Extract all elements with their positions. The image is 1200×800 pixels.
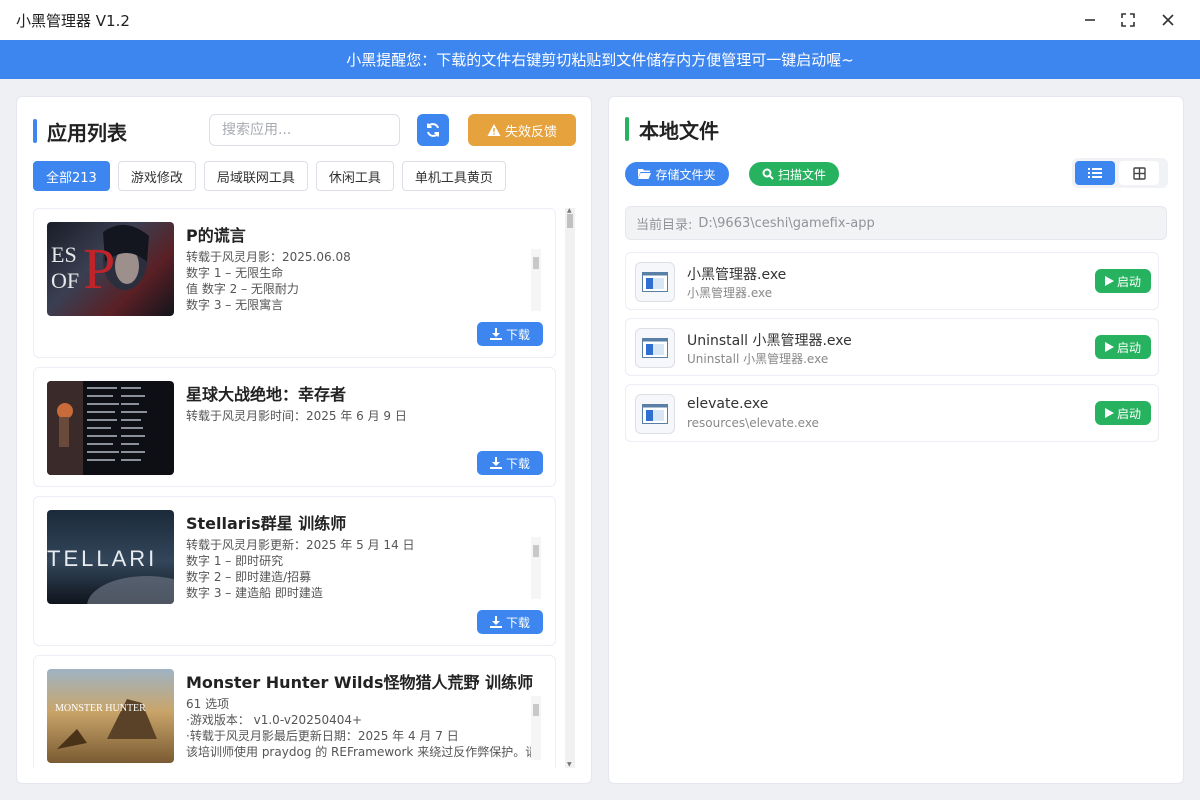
app-description: 转载于风灵月影时间：2025 年 6 月 9 日 — [186, 409, 407, 423]
category-tabs: 全部213 游戏修改 局域联网工具 休闲工具 单机工具黄页 — [33, 161, 506, 191]
play-icon — [1104, 342, 1114, 352]
scan-files-button[interactable]: 扫描文件 — [749, 162, 839, 186]
app-card: ES OF P P的谎言 转载于风灵月影：2025.06.08 数字 1 – 无… — [33, 208, 556, 358]
local-files-panel: 本地文件 存储文件夹 扫描文件 当前目录: D:\9663\ceshi\game… — [608, 96, 1184, 784]
feedback-button[interactable]: 失效反馈 — [468, 114, 576, 146]
svg-text:TELLARI: TELLARI — [47, 546, 157, 571]
app-description: 转载于风灵月影更新：2025 年 5 月 14 日 数字 1 – 即时研究 数字… — [186, 538, 415, 599]
feedback-label: 失效反馈 — [504, 124, 557, 140]
list-view-button[interactable] — [1075, 161, 1115, 185]
tab-standalone-directory[interactable]: 单机工具黄页 — [401, 161, 506, 191]
play-icon — [1104, 276, 1114, 286]
file-name: Uninstall 小黑管理器.exe — [687, 333, 852, 349]
close-button[interactable] — [1156, 8, 1180, 32]
refresh-icon — [427, 123, 439, 137]
launch-button[interactable]: 启动 — [1095, 401, 1151, 425]
file-path: 小黑管理器.exe — [687, 286, 773, 300]
thumbnail-art: TELLARI — [47, 546, 174, 604]
svg-text:MONSTER HUNTER: MONSTER HUNTER — [55, 703, 146, 714]
notice-banner: 小黑提醒您：下载的文件右键剪切粘贴到文件储存内方便管理可一键启动喔~ — [0, 40, 1200, 79]
app-thumbnail: ES OF P — [47, 222, 174, 316]
app-name: Stellaris群星 训练师 — [186, 514, 347, 533]
app-name: Monster Hunter Wilds怪物猎人荒野 训练师 — [186, 673, 534, 692]
app-description: 61 选项 ·游戏版本： v1.0-v20250404+ ·转载于风灵月影最后更… — [186, 697, 538, 759]
download-icon — [489, 616, 502, 628]
launch-button[interactable]: 启动 — [1095, 269, 1151, 293]
app-list-panel: 应用列表 失效反馈 全部213 游戏修改 局域联网工具 休闲工具 单机工具黄页 … — [16, 96, 592, 784]
exe-file-icon — [635, 262, 675, 302]
storage-folder-button[interactable]: 存储文件夹 — [625, 162, 729, 186]
thumbnail-art: MONSTER HUNTER — [55, 699, 157, 749]
grid-icon — [1132, 166, 1146, 180]
launch-button[interactable]: 启动 — [1095, 335, 1151, 359]
svg-text:ES: ES — [51, 242, 77, 267]
app-name: 星球大战绝地：幸存者 — [186, 385, 347, 404]
exe-file-icon — [635, 394, 675, 434]
file-row[interactable]: 小黑管理器.exe 小黑管理器.exe 启动 — [625, 252, 1159, 310]
path-label: 当前目录: — [636, 217, 693, 233]
tab-casual-tools[interactable]: 休闲工具 — [315, 161, 394, 191]
app-thumbnail: TELLARI — [47, 510, 174, 604]
app-card: MONSTER HUNTER Monster Hunter Wilds怪物猎人荒… — [33, 655, 556, 768]
download-icon — [489, 457, 502, 469]
list-icon — [1088, 168, 1102, 178]
warning-icon — [487, 124, 501, 136]
file-path: Uninstall 小黑管理器.exe — [687, 352, 829, 366]
thumbnail-art: ES OF P — [51, 224, 149, 301]
maximize-button[interactable] — [1116, 8, 1140, 32]
svg-text:OF: OF — [51, 268, 79, 293]
folder-open-icon — [638, 169, 652, 179]
title-bar: 小黑管理器 V1.2 — [0, 0, 1200, 40]
search-icon — [762, 168, 774, 180]
description-scrollbar[interactable] — [531, 696, 541, 760]
minimize-icon — [1085, 19, 1095, 21]
file-path: resources\elevate.exe — [687, 416, 819, 430]
app-name: P的谎言 — [186, 226, 246, 245]
description-scrollbar[interactable] — [531, 249, 541, 311]
local-files-title: 本地文件 — [625, 115, 719, 144]
view-toggle — [1072, 158, 1168, 188]
current-directory-bar: 当前目录: D:\9663\ceshi\gamefix-app — [625, 206, 1167, 240]
file-name: elevate.exe — [687, 396, 769, 412]
app-list-scrollbar[interactable]: ▲ ▼ — [565, 208, 575, 768]
file-row[interactable]: Uninstall 小黑管理器.exe Uninstall 小黑管理器.exe … — [625, 318, 1159, 376]
fullscreen-icon — [1121, 13, 1135, 27]
path-value: D:\9663\ceshi\gamefix-app — [698, 215, 875, 231]
app-thumbnail: MONSTER HUNTER — [47, 669, 174, 763]
app-thumbnail — [47, 381, 174, 475]
grid-view-button[interactable] — [1119, 161, 1159, 185]
download-button[interactable]: 下载 — [477, 451, 543, 475]
app-list-title: 应用列表 — [33, 117, 127, 146]
window-title: 小黑管理器 V1.2 — [16, 12, 130, 30]
svg-text:P: P — [83, 236, 115, 301]
exe-file-icon — [635, 328, 675, 368]
description-scrollbar[interactable] — [531, 537, 541, 599]
app-card: 星球大战绝地：幸存者 转载于风灵月影时间：2025 年 6 月 9 日 下载 — [33, 367, 556, 487]
notice-text: 小黑提醒您：下载的文件右键剪切粘贴到文件储存内方便管理可一键启动喔~ — [346, 51, 854, 69]
search-input[interactable] — [209, 114, 400, 146]
tab-lan-tools[interactable]: 局域联网工具 — [203, 161, 308, 191]
app-card: TELLARI Stellaris群星 训练师 转载于风灵月影更新：2025 年… — [33, 496, 556, 646]
app-list[interactable]: ES OF P P的谎言 转载于风灵月影：2025.06.08 数字 1 – 无… — [33, 208, 557, 768]
minimize-button[interactable] — [1078, 8, 1102, 32]
tab-all[interactable]: 全部213 — [33, 161, 110, 191]
play-icon — [1104, 408, 1114, 418]
download-icon — [489, 328, 502, 340]
close-icon — [1162, 14, 1174, 26]
app-description: 转载于风灵月影：2025.06.08 数字 1 – 无限生命 值 数字 2 – … — [186, 250, 351, 311]
file-row[interactable]: elevate.exe resources\elevate.exe 启动 — [625, 384, 1159, 442]
download-button[interactable]: 下载 — [477, 322, 543, 346]
refresh-button[interactable] — [417, 114, 449, 146]
file-name: 小黑管理器.exe — [687, 267, 787, 283]
thumbnail-art — [47, 381, 147, 475]
tab-game-mods[interactable]: 游戏修改 — [117, 161, 196, 191]
download-button[interactable]: 下载 — [477, 610, 543, 634]
